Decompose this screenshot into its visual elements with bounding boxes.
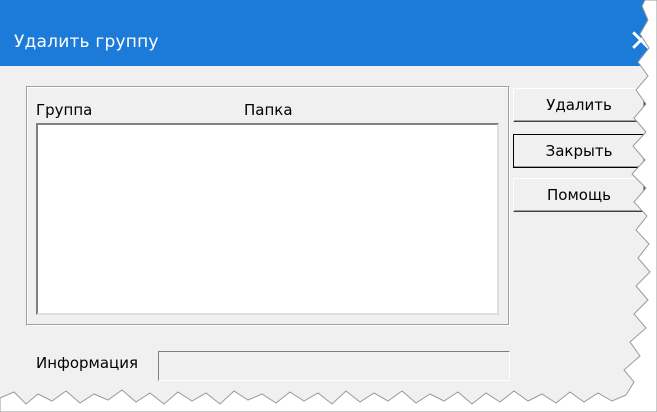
- column-header-folder[interactable]: Папка: [244, 101, 304, 119]
- column-header-group[interactable]: Группа: [36, 101, 92, 119]
- delete-button[interactable]: Удалить: [513, 88, 645, 122]
- group-listbox[interactable]: [36, 123, 499, 315]
- close-icon[interactable]: ✕: [626, 24, 656, 60]
- help-button[interactable]: Помощь: [513, 178, 645, 212]
- window-title: Удалить группу: [14, 32, 159, 52]
- close-button[interactable]: Закрыть: [513, 134, 645, 168]
- title-bar[interactable]: Удалить группу ✕: [0, 0, 657, 66]
- delete-group-dialog: Удалить группу ✕ Группа Папка Удалить За…: [0, 0, 657, 412]
- info-field: [158, 351, 510, 381]
- dialog-body: Группа Папка Удалить Закрыть Помощь Инфо…: [0, 66, 657, 412]
- info-label: Информация: [36, 354, 139, 372]
